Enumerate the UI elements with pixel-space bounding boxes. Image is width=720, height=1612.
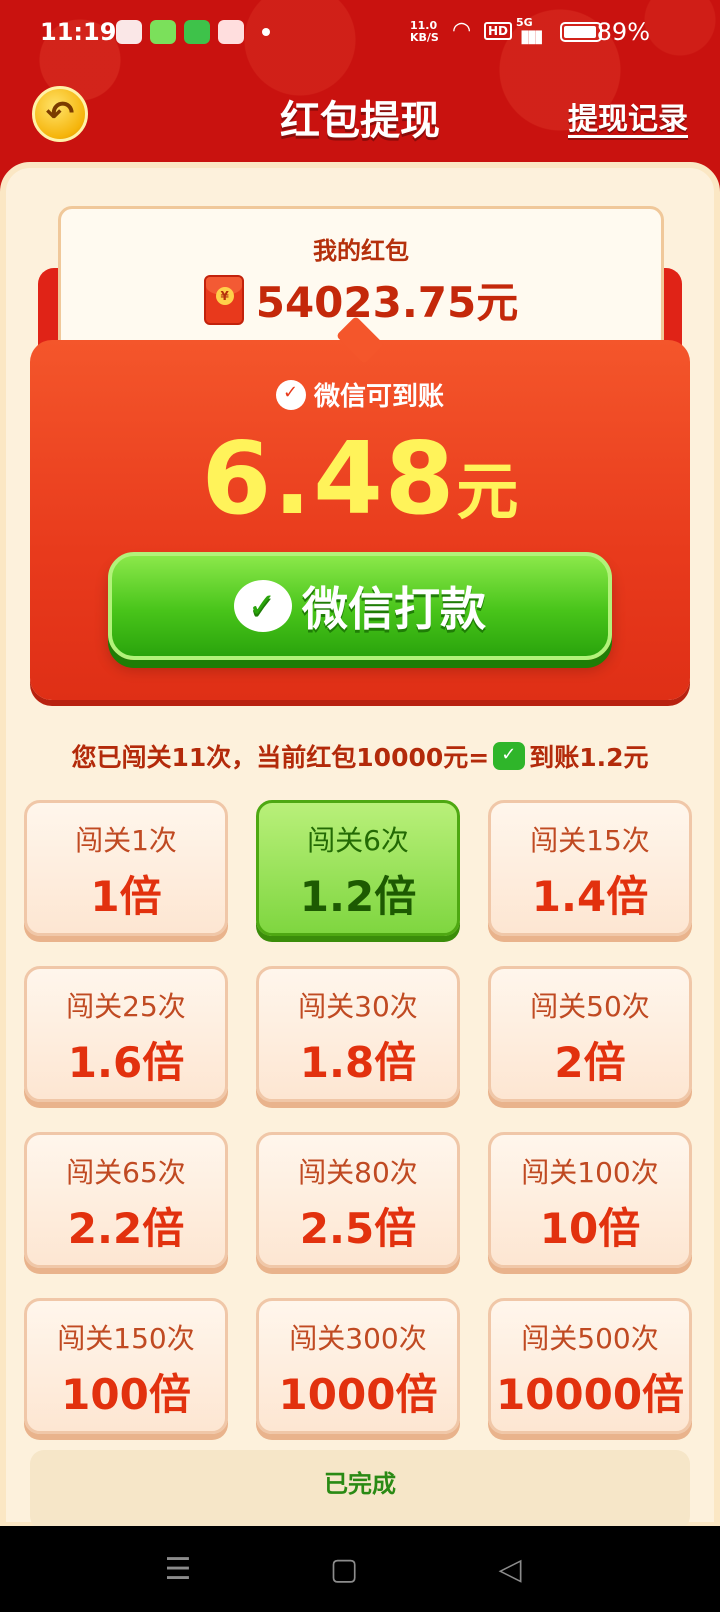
multiplier-tile-label: 闯关80次: [298, 1156, 418, 1189]
multiplier-tile[interactable]: 闯关6次 1.2倍: [256, 800, 460, 936]
system-nav-bar: ☰ ▢ ◁: [0, 1526, 720, 1612]
wechat-pay-button[interactable]: 微信打款: [108, 552, 612, 660]
multiplier-tile[interactable]: 闯关1次 1倍: [24, 800, 228, 936]
multiplier-tile-label: 闯关30次: [298, 990, 418, 1023]
multiplier-tile-value: 2.5倍: [299, 1204, 417, 1253]
progress-info-suffix: 到账1.2元: [529, 743, 649, 772]
network-speed: 11.0 KB/S: [410, 19, 439, 44]
wechat-available-text: 微信可到账: [313, 382, 444, 412]
completed-bar[interactable]: 已完成: [30, 1450, 690, 1530]
multiplier-tile-value: 2.2倍: [67, 1204, 185, 1253]
withdraw-amount: 6.48元: [30, 420, 690, 537]
withdraw-history-link[interactable]: 提现记录: [568, 94, 688, 138]
multiplier-tile[interactable]: 闯关80次 2.5倍: [256, 1132, 460, 1268]
wechat-icon: [493, 742, 526, 770]
multiplier-tile-value: 1.2倍: [299, 872, 417, 921]
multiplier-tile[interactable]: 闯关300次 1000倍: [256, 1298, 460, 1434]
multiplier-tile[interactable]: 闯关500次 10000倍: [488, 1298, 692, 1434]
progress-info: 您已闯关11次，当前红包10000元= 到账1.2元: [0, 738, 720, 774]
multiplier-tile[interactable]: 闯关30次 1.8倍: [256, 966, 460, 1102]
app-notification-icon: [218, 20, 244, 44]
multiplier-tile-value: 1000倍: [278, 1370, 438, 1419]
multiplier-tile-value: 100倍: [61, 1370, 191, 1419]
withdraw-amount-unit: 元: [456, 455, 519, 528]
wechat-notification-icon: [116, 20, 142, 44]
multiplier-tile-value: 2倍: [554, 1038, 626, 1087]
more-notifications-dot: [262, 28, 270, 36]
multiplier-tile-label: 闯关50次: [530, 990, 650, 1023]
status-time: 11:19: [40, 18, 117, 46]
multiplier-tile-label: 闯关500次: [521, 1322, 659, 1355]
wechat-pay-button-label: 微信打款: [302, 582, 486, 636]
phone-notification-icon: [184, 20, 210, 44]
home-icon[interactable]: ▢: [324, 1552, 364, 1587]
wifi-icon: ◠: [452, 18, 472, 43]
multiplier-tile[interactable]: 闯关150次 100倍: [24, 1298, 228, 1434]
multiplier-tile-label: 闯关65次: [66, 1156, 186, 1189]
status-bar: 11:19 11.0 KB/S ◠ HD 5G ▮▮▮ 89%: [0, 0, 720, 64]
multiplier-tile-label: 闯关15次: [530, 824, 650, 857]
wallet-amount: 54023.75元: [255, 278, 519, 327]
multiplier-tile-value: 1.4倍: [531, 872, 649, 921]
red-packet-icon: [203, 274, 244, 325]
signal-icon: ▮▮▮: [520, 26, 544, 47]
back-triangle-icon[interactable]: ◁: [490, 1552, 530, 1587]
multiplier-tile[interactable]: 闯关15次 1.4倍: [488, 800, 692, 936]
multiplier-tile-value: 1.8倍: [299, 1038, 417, 1087]
multiplier-tile-value: 10倍: [539, 1204, 641, 1253]
multiplier-tile-label: 闯关1次: [75, 824, 177, 857]
menu-icon[interactable]: ☰: [158, 1552, 198, 1587]
multiplier-tile[interactable]: 闯关100次 10倍: [488, 1132, 692, 1268]
wechat-available-tag: 微信可到账: [30, 376, 690, 413]
progress-info-prefix: 您已闯关11次，当前红包10000元=: [71, 743, 490, 772]
multiplier-tile-value: 1.6倍: [67, 1038, 185, 1087]
message-notification-icon: [150, 20, 176, 44]
multiplier-tile-label: 闯关300次: [289, 1322, 427, 1355]
hd-badge: HD: [484, 22, 513, 40]
multiplier-tile-label: 闯关100次: [521, 1156, 659, 1189]
wechat-icon: [275, 379, 306, 410]
multiplier-tile-value: 10000倍: [495, 1370, 685, 1419]
multiplier-tile[interactable]: 闯关50次 2倍: [488, 966, 692, 1102]
battery-percent: 89%: [596, 18, 650, 46]
multiplier-tile-label: 闯关25次: [66, 990, 186, 1023]
multiplier-tile[interactable]: 闯关25次 1.6倍: [24, 966, 228, 1102]
withdraw-panel: 微信可到账 6.48元 微信打款: [30, 340, 690, 700]
multiplier-tile-label: 闯关150次: [57, 1322, 195, 1355]
withdraw-amount-value: 6.48: [201, 420, 457, 537]
wechat-icon: [234, 580, 292, 632]
multiplier-tile-label: 闯关6次: [307, 824, 409, 857]
multiplier-tile[interactable]: 闯关65次 2.2倍: [24, 1132, 228, 1268]
completed-label: 已完成: [324, 1470, 396, 1498]
wallet-label: 我的红包: [313, 237, 409, 265]
multiplier-tile-value: 1倍: [90, 872, 162, 921]
